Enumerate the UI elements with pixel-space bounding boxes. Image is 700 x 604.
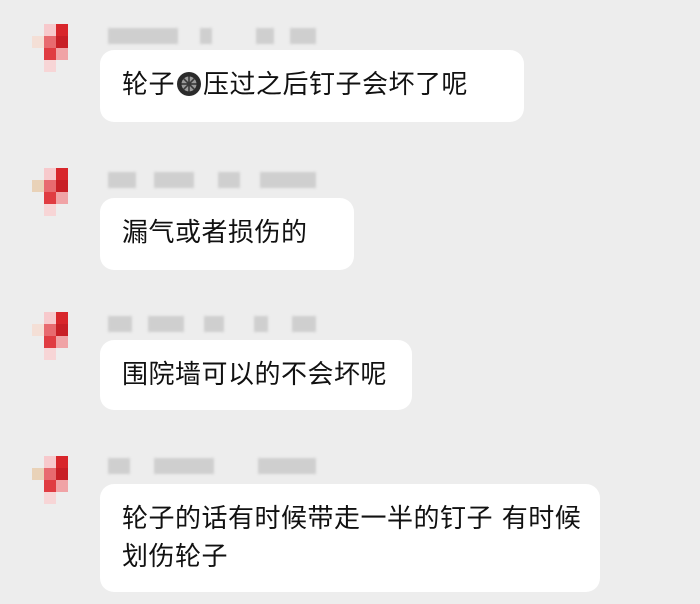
avatar[interactable] bbox=[22, 164, 78, 220]
sender-name-redaction bbox=[108, 26, 318, 48]
message-text: 围院墙可以的不会坏呢 bbox=[122, 360, 388, 390]
message-text: 轮子 bbox=[122, 70, 176, 100]
message-bubble: 轮子的话有时候带走一半的钉子 有时候划伤轮子 bbox=[100, 484, 600, 592]
message-text: 压过之后钉子会坏了呢 bbox=[203, 70, 469, 100]
sender-name-redaction bbox=[108, 456, 318, 478]
message-row: 围院墙可以的不会坏呢 bbox=[0, 298, 700, 416]
message-bubble: 围院墙可以的不会坏呢 bbox=[100, 340, 412, 410]
avatar[interactable] bbox=[22, 308, 78, 364]
message-bubble: 漏气或者损伤的 bbox=[100, 198, 354, 270]
chat-conversation: 轮子 压过之后钉子会坏了呢 漏气或者损伤的 围院墙可以的不会坏呢 轮子的话有时候… bbox=[0, 0, 700, 604]
message-row: 漏气或者损伤的 bbox=[0, 150, 700, 275]
message-bubble: 轮子 压过之后钉子会坏了呢 bbox=[100, 50, 524, 122]
message-text: 漏气或者损伤的 bbox=[122, 218, 308, 248]
avatar[interactable] bbox=[22, 452, 78, 508]
avatar[interactable] bbox=[22, 20, 78, 76]
wheel-icon bbox=[176, 70, 202, 96]
sender-name-redaction bbox=[108, 314, 318, 336]
message-row: 轮子 压过之后钉子会坏了呢 bbox=[0, 0, 700, 130]
message-row: 轮子的话有时候带走一半的钉子 有时候划伤轮子 bbox=[0, 440, 700, 600]
sender-name-redaction bbox=[108, 170, 318, 192]
message-text: 轮子的话有时候带走一半的钉子 有时候划伤轮子 bbox=[122, 504, 582, 572]
